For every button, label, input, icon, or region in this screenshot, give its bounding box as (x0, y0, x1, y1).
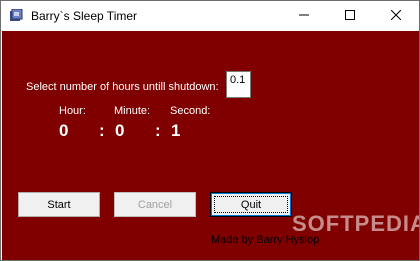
minute-value: 0 (115, 121, 125, 140)
title-bar[interactable]: Barry`s Sleep Timer (1, 1, 419, 31)
focus-ring (214, 196, 288, 213)
minimize-button[interactable] (281, 1, 327, 31)
maximize-button[interactable] (327, 1, 373, 31)
quit-button[interactable]: Quit (210, 192, 292, 217)
minimize-icon (299, 7, 309, 25)
window-title: Barry`s Sleep Timer (31, 9, 138, 23)
hour-label: Hour: (59, 105, 86, 117)
minute-label: Minute: (114, 105, 151, 117)
app-icon (9, 8, 23, 23)
client-area: Select number of hours untill shutdown: … (2, 31, 419, 260)
softpedia-watermark: SOFTPEDIA (292, 211, 419, 236)
second-label: Second: (170, 105, 211, 117)
second-value: 1 (171, 121, 181, 140)
hours-prompt-label: Select number of hours untill shutdown: (26, 81, 219, 93)
hours-input[interactable]: 0.1 (226, 71, 251, 98)
separator-hour-minute: : (99, 121, 105, 140)
close-icon (390, 7, 402, 25)
app-window: Barry`s Sleep Timer Select number of hou… (0, 0, 420, 261)
hour-value: 0 (59, 121, 69, 140)
separator-minute-second: : (155, 121, 161, 140)
cancel-button[interactable]: Cancel (114, 192, 196, 217)
maximize-icon (345, 7, 355, 25)
start-button[interactable]: Start (18, 192, 100, 217)
close-button[interactable] (373, 1, 419, 31)
